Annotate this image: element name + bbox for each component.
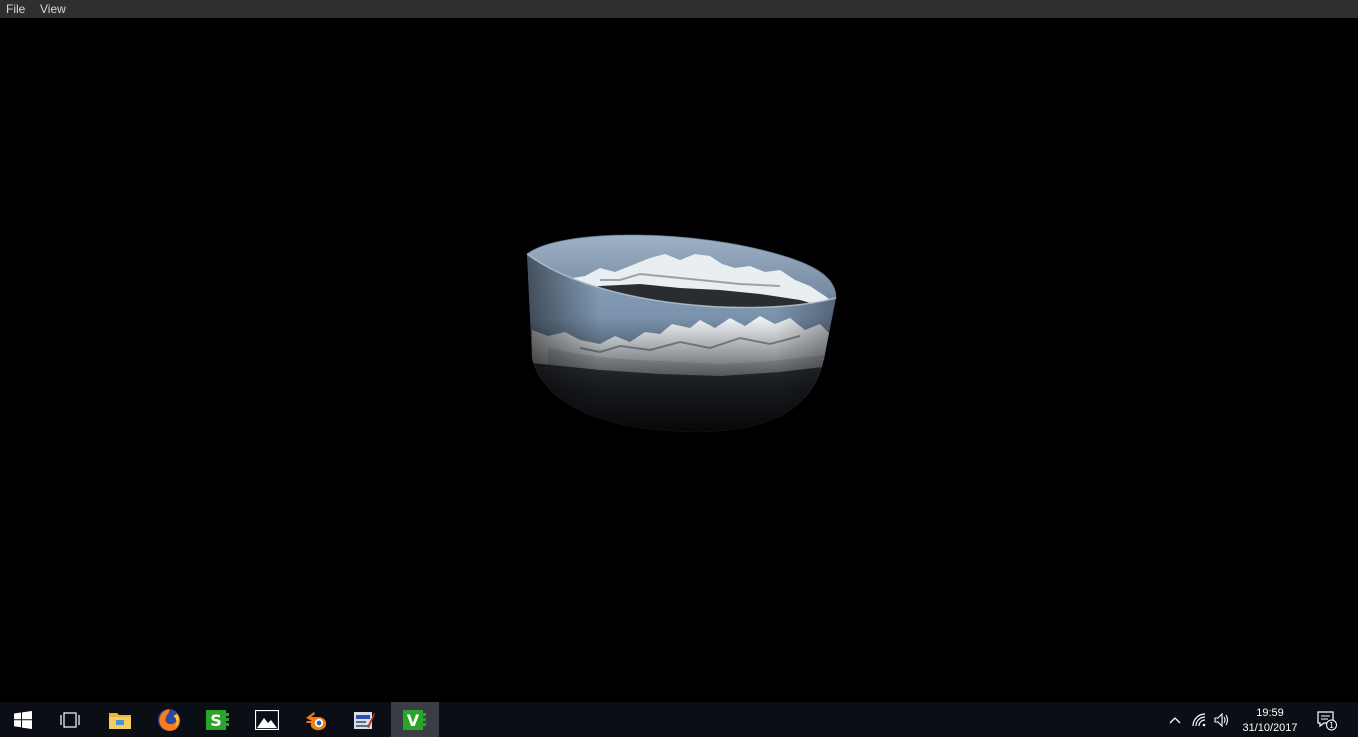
notification-icon: 1 [1317, 710, 1337, 730]
notification-badge: 1 [1329, 721, 1334, 730]
s-app-button[interactable]: S [195, 702, 241, 737]
clock-date: 31/10/2017 [1242, 722, 1298, 734]
volume-button[interactable] [1210, 702, 1234, 737]
menu-file[interactable]: File [6, 2, 25, 16]
v-app-icon: V [403, 709, 426, 730]
3d-viewport[interactable] [0, 18, 1358, 702]
blender-icon [306, 711, 327, 730]
firefox-icon [158, 708, 180, 731]
task-view-icon [60, 711, 80, 728]
photos-button[interactable] [244, 702, 290, 737]
v-app-button[interactable]: V [391, 702, 439, 737]
cylinder-render [526, 234, 837, 432]
speaker-icon [1214, 712, 1229, 727]
s-app-icon: S [206, 709, 229, 730]
start-icon [14, 710, 32, 729]
taskbar: S V 19:59 31/10/2017 1 [0, 702, 1358, 737]
file-explorer-button[interactable] [97, 702, 143, 737]
action-center-button[interactable]: 1 [1312, 702, 1342, 737]
network-button[interactable] [1188, 702, 1212, 737]
blender-button[interactable] [293, 702, 339, 737]
firefox-button[interactable] [146, 702, 192, 737]
clock-time: 19:59 [1256, 707, 1284, 719]
file-explorer-icon [109, 712, 131, 729]
photos-icon [255, 709, 279, 730]
s-app-glyph: S [210, 711, 222, 730]
v-app-glyph: V [407, 711, 420, 730]
task-view-button[interactable] [47, 702, 93, 737]
wifi-icon [1192, 712, 1206, 726]
chevron-up-icon [1169, 716, 1181, 723]
menu-view[interactable]: View [40, 2, 66, 16]
start-button[interactable] [0, 702, 46, 737]
menu-bar: File View [0, 0, 1358, 18]
clock[interactable]: 19:59 31/10/2017 [1234, 706, 1306, 736]
show-hidden-icons-button[interactable] [1164, 702, 1186, 737]
image-editor-icon [354, 711, 375, 729]
image-editor-button[interactable] [341, 702, 387, 737]
